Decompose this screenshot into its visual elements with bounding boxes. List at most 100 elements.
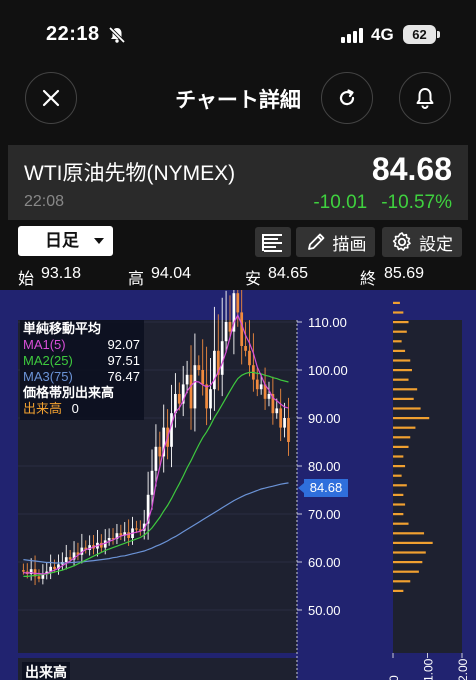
- ma1-value: 92.07: [107, 337, 140, 352]
- volume-profile-bar: [393, 340, 402, 343]
- vp-tick-label: 0: [387, 675, 401, 680]
- volume-profile-bar: [393, 349, 406, 352]
- settings-button[interactable]: 設定: [382, 227, 462, 257]
- volume-profile-bar: [393, 455, 404, 458]
- ma2-value: 97.51: [107, 353, 140, 368]
- candle-down: [135, 528, 138, 530]
- sma-title: 単純移動平均: [23, 321, 102, 336]
- price-tick-label: 80.00: [308, 459, 341, 474]
- candle-up: [213, 350, 216, 390]
- candle-down: [279, 408, 283, 428]
- candle-down: [158, 446, 162, 457]
- candle-down: [244, 346, 247, 351]
- close-value: 85.69: [384, 265, 425, 282]
- candle-down: [22, 570, 25, 572]
- volume-profile-bar: [393, 484, 407, 487]
- volume-profile-title: 価格帯別出来高: [23, 385, 115, 400]
- chart-legend: 単純移動平均 MA1(5) 92.07 MA2(25) 97.51 MA3(75) 7…: [20, 320, 144, 420]
- high-value: 94.04: [151, 265, 192, 282]
- chart-list-button[interactable]: [255, 227, 291, 257]
- price-tick-label: 70.00: [308, 507, 341, 522]
- candle-down: [255, 379, 259, 390]
- volume-profile-bar: [393, 561, 423, 564]
- close-label: 終: [360, 271, 377, 288]
- candle-up: [267, 394, 271, 399]
- ma3-label: MA3(75): [23, 369, 73, 384]
- vp-value: 0: [71, 401, 79, 416]
- candle-down: [248, 350, 251, 366]
- price-tick-label: 60.00: [308, 555, 341, 570]
- candle-down: [205, 384, 208, 409]
- volume-profile-bar: [393, 407, 421, 410]
- candle-up: [224, 322, 228, 342]
- volume-profile-bar: [393, 321, 409, 324]
- status-bar: 22:18 4G 62: [0, 0, 476, 70]
- current-price: 84.68: [371, 151, 452, 187]
- candle-down: [201, 370, 205, 385]
- low-label: 安: [245, 271, 262, 288]
- bell-icon: [416, 88, 434, 109]
- draw-button[interactable]: 描画: [296, 227, 375, 257]
- current-price-tag: 84.68: [298, 479, 348, 497]
- candle-down: [236, 293, 240, 313]
- candle-down: [53, 566, 56, 570]
- volume-profile-bar: [393, 436, 411, 439]
- candle-down: [127, 532, 130, 538]
- ma2-row: MA2(25) 97.51: [23, 353, 140, 369]
- volume-profile-bar: [393, 580, 411, 583]
- candle-up: [64, 557, 68, 562]
- period-label: 日足: [45, 231, 79, 250]
- volume-profile-bar: [393, 551, 426, 554]
- change-percent: -10.57%: [381, 192, 452, 213]
- candle-up: [193, 365, 197, 409]
- cellular-signal-icon: [341, 27, 363, 43]
- candle-up: [275, 408, 279, 414]
- vp-label: 出来高: [23, 401, 63, 416]
- candle-down: [240, 312, 244, 346]
- volume-profile-bar: [393, 541, 433, 544]
- volume-profile-bar: [393, 532, 425, 535]
- volume-profile-bar: [393, 522, 409, 525]
- refresh-button[interactable]: [321, 72, 373, 124]
- change-value: -10.01: [313, 192, 368, 213]
- volume-profile-row: 出来高 0: [23, 401, 140, 417]
- dropdown-arrow-icon: [94, 238, 104, 244]
- period-select[interactable]: 日足: [18, 226, 113, 256]
- network-type: 4G: [371, 25, 394, 44]
- candle-up: [107, 538, 111, 541]
- volume-profile-bar: [393, 589, 404, 592]
- candle-down: [287, 418, 290, 442]
- volume-profile-bar: [393, 359, 411, 362]
- price-chart[interactable]: 120.00110.00100.0090.0080.0070.0060.0050…: [0, 290, 476, 680]
- volume-profile-bar: [393, 503, 406, 506]
- volume-profile-bar: [393, 417, 430, 420]
- candle-down: [177, 394, 181, 404]
- price-change: -10.01 -10.57%: [299, 192, 452, 214]
- candle-up: [170, 413, 173, 447]
- candle-up: [283, 418, 286, 428]
- price-tick-label: 100.00: [308, 363, 348, 378]
- candle-up: [259, 384, 263, 390]
- ohlc-row: 始 93.18 高 94.04 安 84.65 終 85.69: [0, 265, 476, 289]
- open-value: 93.18: [41, 265, 82, 282]
- alert-button[interactable]: [399, 72, 451, 124]
- volume-profile-bar: [393, 513, 404, 516]
- candle-down: [37, 576, 41, 579]
- candle-down: [197, 365, 201, 370]
- volume-profile-bar: [393, 388, 418, 391]
- price-tick-label: 90.00: [308, 411, 341, 426]
- refresh-icon: [339, 89, 355, 106]
- volume-profile-bar: [393, 301, 400, 304]
- volume-profile-bar: [393, 570, 419, 573]
- low-value: 84.65: [268, 265, 309, 282]
- vp-tick-label: 2.00: [456, 658, 470, 680]
- candle-up: [185, 374, 189, 385]
- ma1-row: MA1(5) 92.07: [23, 337, 140, 353]
- volume-profile-bar: [393, 378, 409, 381]
- quote-time: 22:08: [24, 193, 65, 210]
- vp-tick-label: 1.00: [422, 658, 436, 680]
- battery-icon: 62: [403, 25, 440, 44]
- volume-profile-bar: [393, 445, 409, 448]
- volume-profile-bar: [393, 474, 402, 477]
- volume-profile-bar: [393, 397, 414, 400]
